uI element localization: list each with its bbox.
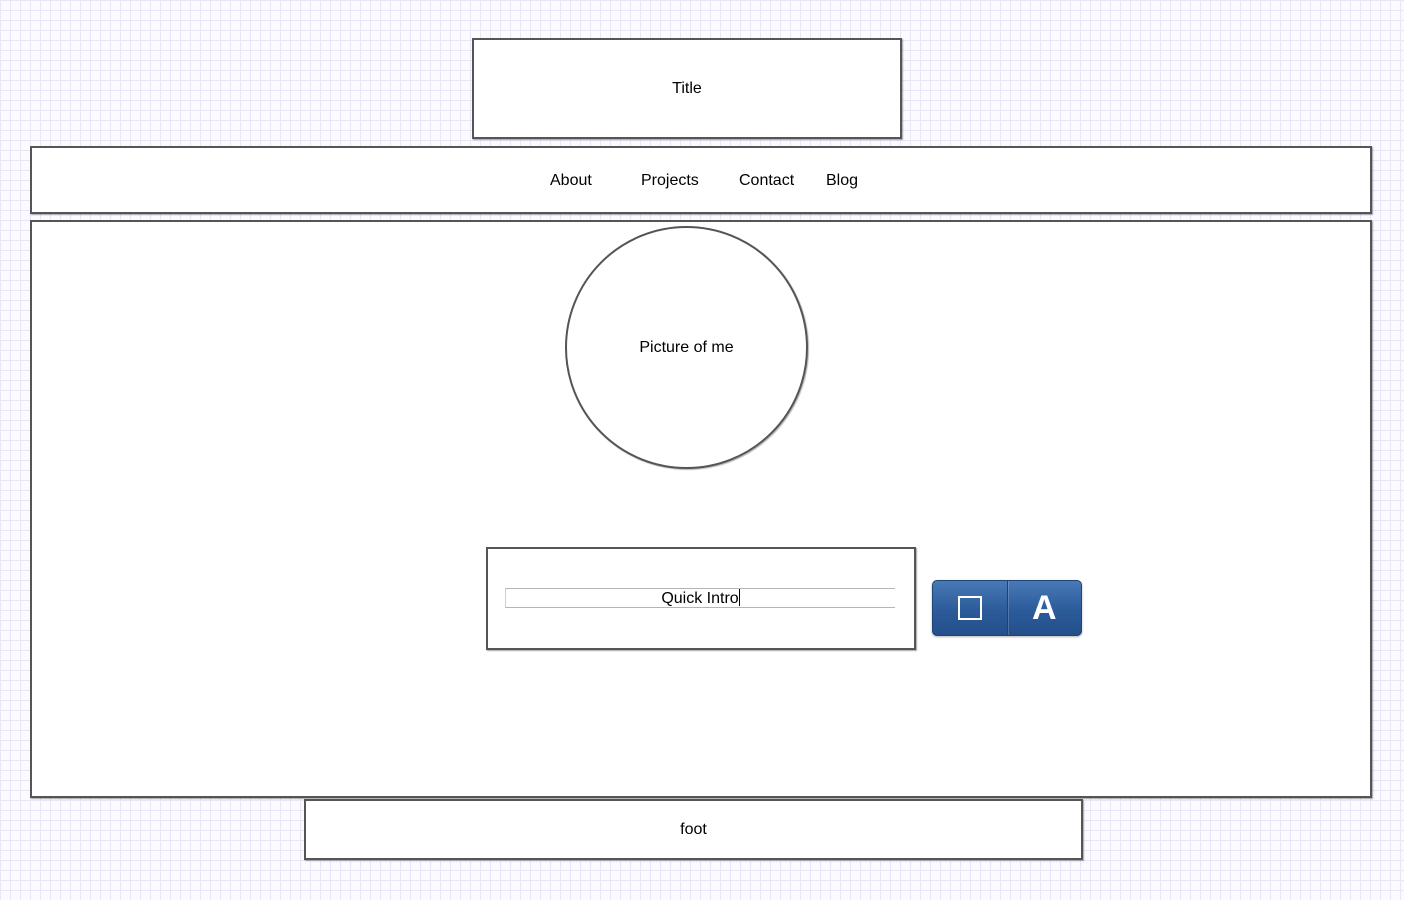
intro-box: Quick Intro [486,547,916,650]
nav-item-about[interactable]: About [550,172,592,190]
nav-bar: About Projects Contact Blog [30,146,1372,214]
nav-item-blog[interactable]: Blog [826,172,858,190]
text-tool-button[interactable]: A [1006,581,1082,635]
text-icon: A [1031,589,1057,627]
shape-toolbar: A [932,580,1082,636]
intro-text: Quick Intro [661,590,739,607]
page-title: Title [672,79,702,97]
square-icon [957,596,982,620]
nav-item-contact[interactable]: Contact [739,172,794,190]
intro-text-field[interactable]: Quick Intro [505,588,895,608]
footer-label: foot [680,820,707,838]
footer: foot [304,799,1083,860]
title-box: Title [472,38,902,139]
nav-item-projects[interactable]: Projects [641,172,699,190]
rectangle-tool-button[interactable] [933,581,1007,635]
text-caret [738,589,740,606]
profile-picture: Picture of me [565,226,808,469]
profile-picture-label: Picture of me [639,338,734,356]
